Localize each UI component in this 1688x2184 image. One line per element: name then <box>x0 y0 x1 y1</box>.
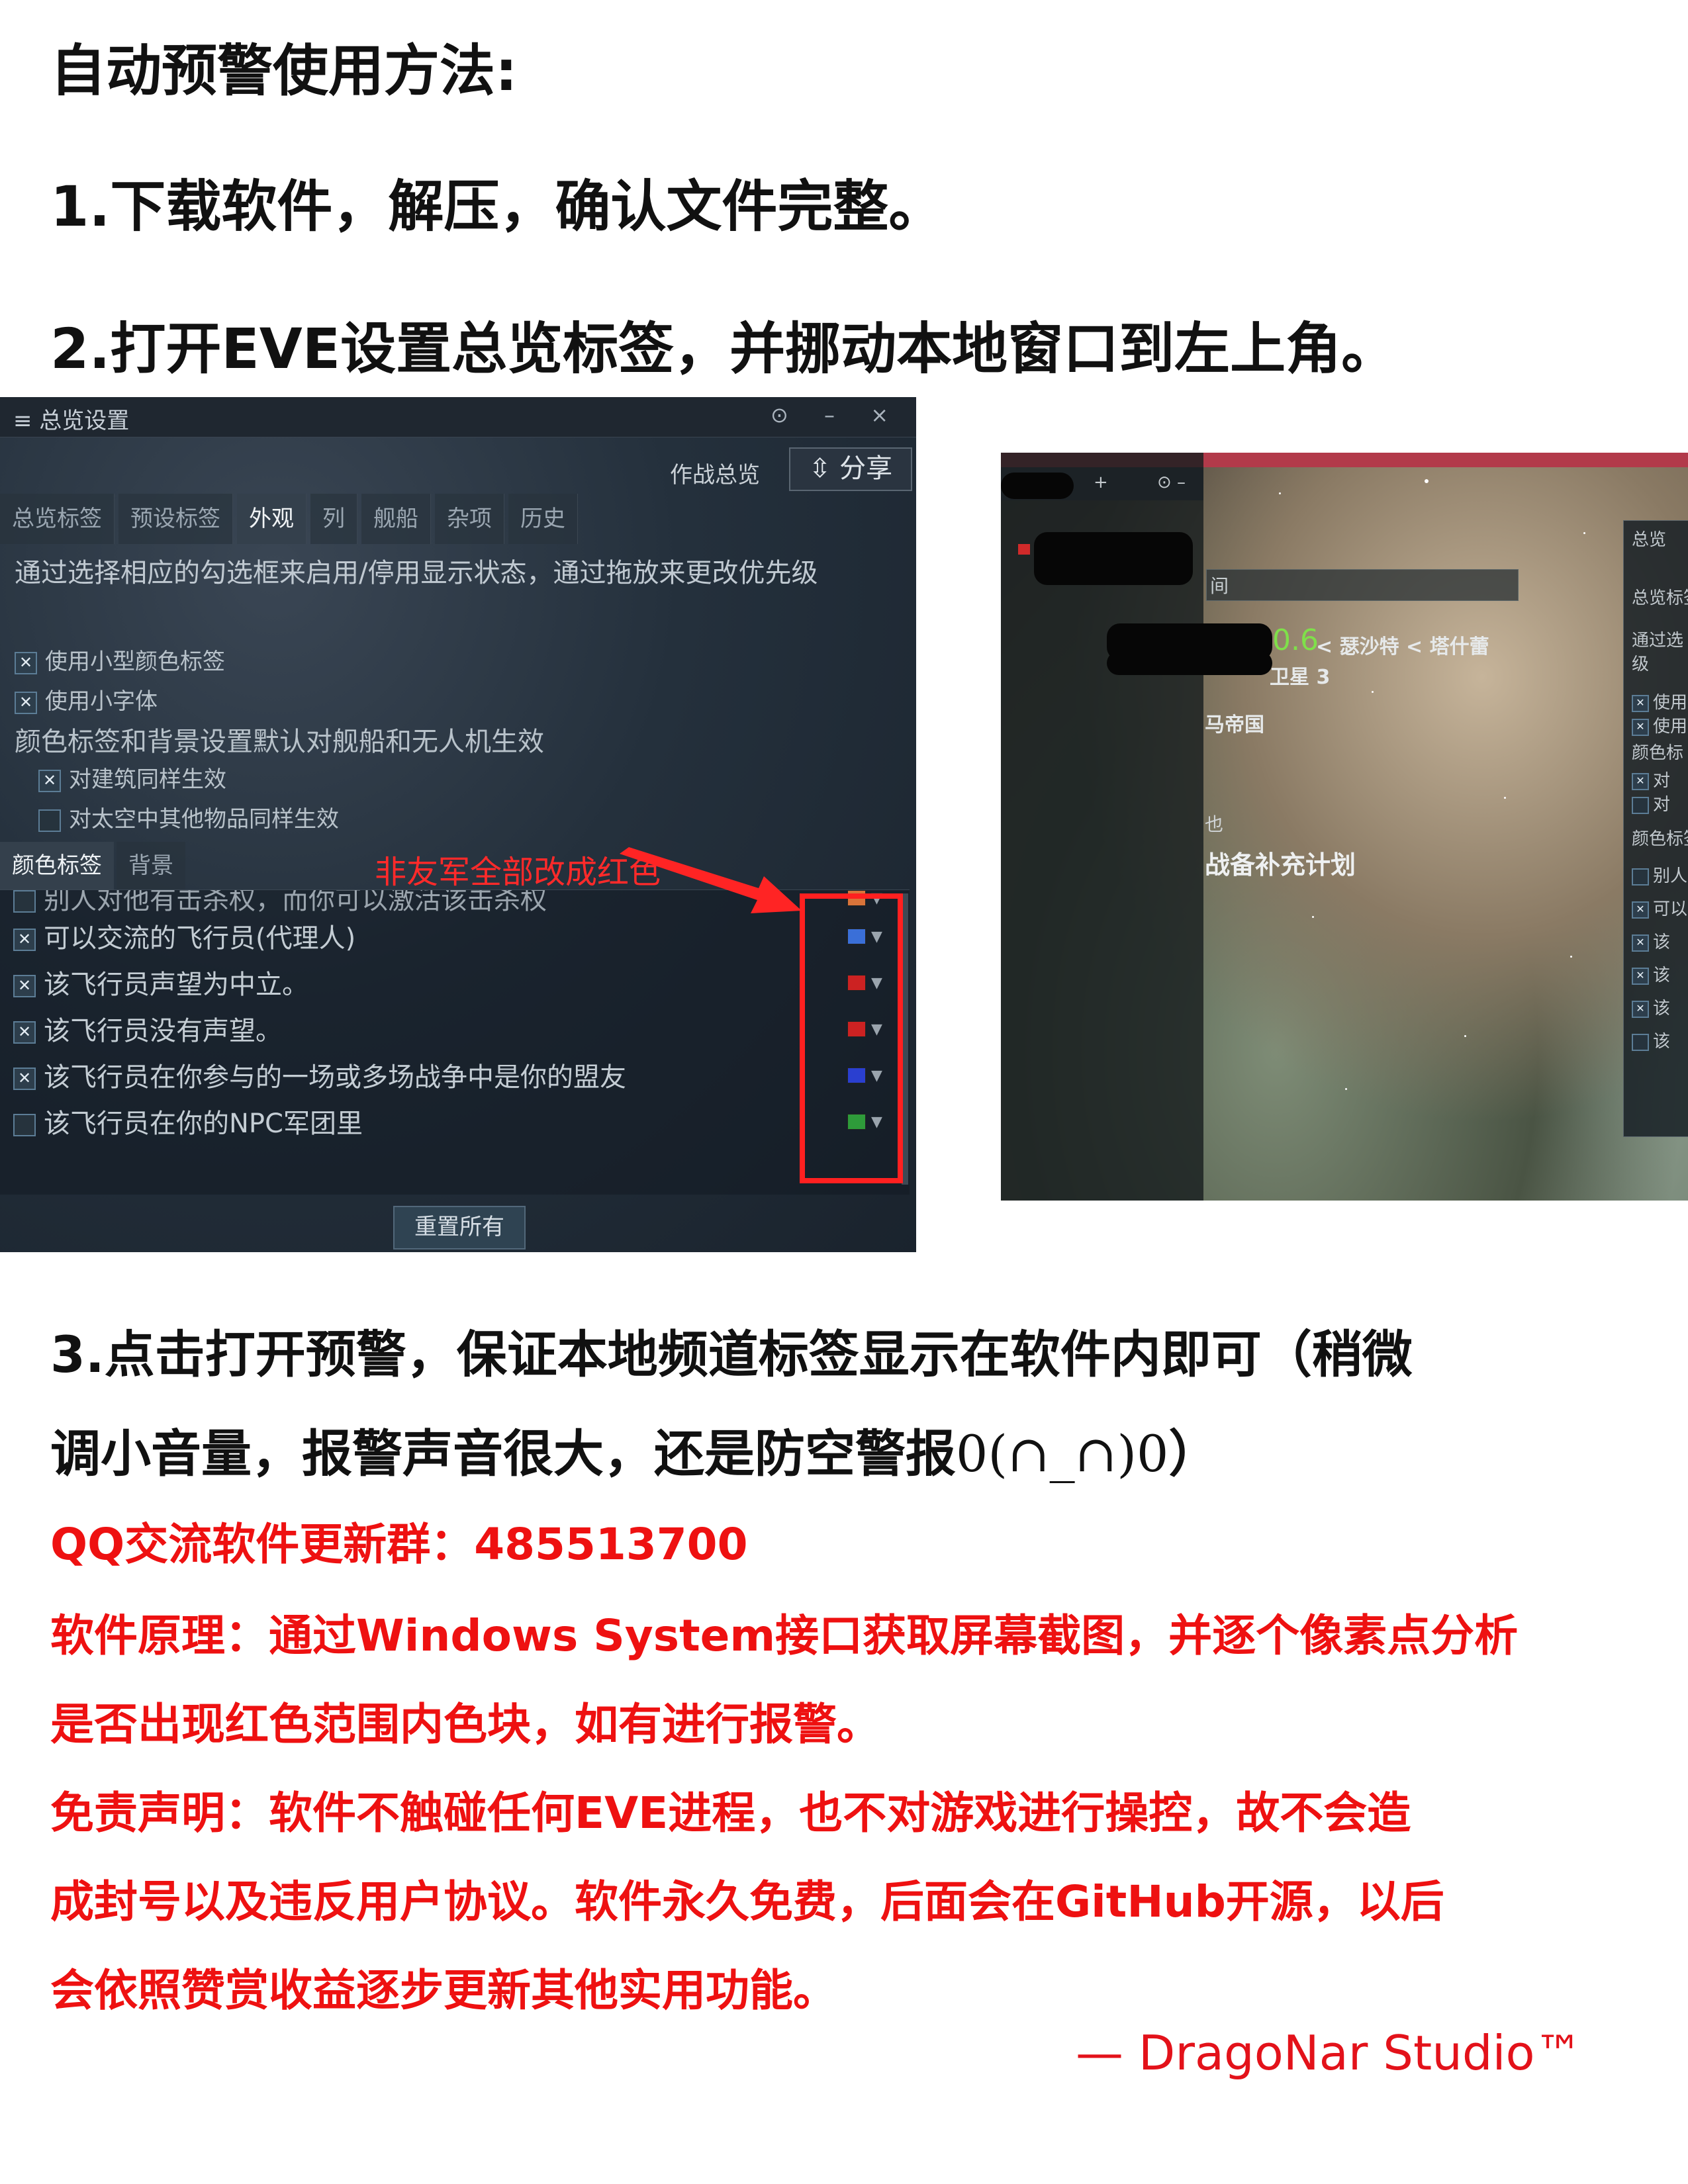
partial-label: 级 <box>1632 655 1650 674</box>
empire-label: 马帝国 <box>1205 713 1264 737</box>
partial-label: 通过选 <box>1632 631 1684 651</box>
tab-overview-tags[interactable]: 总览标签 <box>0 494 115 544</box>
checkbox-unchecked-icon[interactable]: ✕ <box>38 809 61 832</box>
settings-tabs: 总览标签 预设标签 外观 列 舰船 杂项 历史 <box>0 494 578 545</box>
tab-appearance[interactable]: 外观 <box>237 494 306 544</box>
tab-preset-tags[interactable]: 预设标签 <box>118 494 233 544</box>
list-item[interactable]: ✕别人对他有击杀权，而你可以激活该击杀权 <box>13 890 547 917</box>
checkbox-checked-icon[interactable]: ✕ <box>1632 694 1649 712</box>
checkbox-checked-icon[interactable]: ✕ <box>1632 934 1649 952</box>
studio-signature: — DragoNar Studio™ <box>1076 2025 1583 2081</box>
window-controls-icon[interactable]: ⊙ – × <box>771 402 903 428</box>
highlight-box <box>800 893 903 1183</box>
partial-label: 颜色标签 <box>1632 829 1688 849</box>
checkbox-checked-icon[interactable]: ✕ <box>1632 967 1649 985</box>
tab-misc[interactable]: 杂项 <box>435 494 504 544</box>
principle-note-continued: 是否出现红色范围内色块，如有进行报警。 <box>50 1699 880 1750</box>
tab-history[interactable]: 历史 <box>508 494 578 544</box>
appearance-description: 通过选择相应的勾选框来启用/停用显示状态，通过拖放来更改优先级 <box>15 558 818 588</box>
step-1-text: 1.下载软件，解压，确认文件完整。 <box>50 174 945 239</box>
checkbox-checked-icon[interactable]: ✕ <box>1632 1000 1649 1018</box>
route-text: < 瑟沙特 < 塔什蕾 <box>1316 635 1489 659</box>
checkbox-checked-icon[interactable]: ✕ <box>15 691 37 714</box>
color-tag-list: ✕别人对他有击杀权，而你可以激活该击杀权 ✕可以交流的飞行员(代理人) ✕该飞行… <box>0 889 910 1195</box>
disclaimer-note-continued: 成封号以及违反用户协议。软件永久免费，后面会在GitHub开源，以后 <box>50 1876 1444 1927</box>
location-text: 间 <box>1210 575 1229 597</box>
share-button[interactable]: ⇳ 分享 <box>789 447 912 491</box>
red-arrow-icon <box>620 847 802 913</box>
small-label: 也 <box>1205 813 1224 835</box>
partial-option[interactable]: ✕对 <box>1632 767 1670 792</box>
color-subtabs: 颜色标签 背景 <box>0 842 185 889</box>
checkbox-unchecked-icon[interactable]: ✕ <box>1632 868 1649 886</box>
partial-option[interactable]: ✕别人 <box>1632 862 1687 887</box>
redaction <box>1034 532 1193 585</box>
step-3-text-continued: 调小音量，报警声音很大，还是防空警报0(∩_∩)0） <box>50 1424 1219 1483</box>
emoticon: 0(∩_∩)0 <box>956 1424 1169 1483</box>
annotation-label: 非友军全部改成红色 <box>375 854 661 891</box>
overview-settings-screenshot: ≡ 总览设置 ⊙ – × 作战总览 ⇳ 分享 总览标签 预设标签 外观 列 舰船… <box>0 397 916 1252</box>
step-3-text: 3.点击打开预警，保证本地频道标签显示在软件内即可（稍微 <box>50 1325 1413 1384</box>
page-title: 自动预警使用方法: <box>50 38 518 103</box>
checkbox-checked-icon[interactable]: ✕ <box>13 975 36 997</box>
option-space-objects[interactable]: ✕对太空中其他物品同样生效 <box>38 801 339 833</box>
tab-ships[interactable]: 舰船 <box>361 494 431 544</box>
disclaimer-note: 免责声明：软件不触碰任何EVE进程，也不对游戏进行操控，故不会造 <box>50 1788 1411 1839</box>
redaction <box>1107 651 1272 675</box>
list-item[interactable]: ✕ 该飞行员声望为中立。 <box>13 963 308 1001</box>
qq-group-note: QQ交流软件更新群：485513700 <box>50 1519 748 1570</box>
partial-option[interactable]: ✕ 使用 <box>1632 713 1687 737</box>
checkbox-unchecked-icon[interactable]: ✕ <box>13 1114 36 1136</box>
option-small-color-tags[interactable]: ✕ 使用小型颜色标签 <box>15 643 225 676</box>
combat-overview-label: 作战总览 <box>670 462 760 488</box>
option-structures[interactable]: ✕ 对建筑同样生效 <box>38 761 226 794</box>
subtab-background[interactable]: 背景 <box>117 842 185 889</box>
checkbox-checked-icon[interactable]: ✕ <box>13 1021 36 1044</box>
partial-option[interactable]: ✕该 <box>1632 1028 1670 1052</box>
list-item[interactable]: ✕ 该飞行员在你参与的一场或多场战争中是你的盟友 <box>13 1056 626 1094</box>
window-controls-icon[interactable]: ⊙ – <box>1157 473 1186 492</box>
partial-option[interactable]: ✕对 <box>1632 791 1670 815</box>
overview-window-partial: 总览 总览标签 通过选 级 ✕使用 ✕使用 颜色标 ✕对 ✕对 颜色标签 ✕别人… <box>1623 520 1688 1137</box>
checkbox-checked-icon[interactable]: ✕ <box>1632 718 1649 736</box>
option-small-font[interactable]: ✕ 使用小字体 <box>15 683 158 715</box>
color-bg-note: 颜色标签和背景设置默认对舰船和无人机生效 <box>15 727 544 757</box>
window-title: ≡ 总览设置 <box>13 408 130 434</box>
list-item[interactable]: ✕ 该飞行员没有声望。 <box>13 1009 282 1048</box>
step-2-text: 2.打开EVE设置总览标签，并挪动本地窗口到左上角。 <box>50 316 1397 381</box>
redaction <box>1001 473 1074 499</box>
subtab-color-tags[interactable]: 颜色标签 <box>0 842 114 889</box>
checkbox-checked-icon[interactable]: ✕ <box>15 651 37 674</box>
partial-option[interactable]: ✕该 <box>1632 962 1670 986</box>
plan-label: 战备补充计划 <box>1205 850 1356 880</box>
checkbox-checked-icon[interactable]: ✕ <box>1632 772 1649 790</box>
partial-option[interactable]: ✕该 <box>1632 929 1670 953</box>
location-bar <box>1206 569 1519 601</box>
security-status: 0.6 <box>1272 623 1319 657</box>
list-item[interactable]: ✕该飞行员在你的NPC军团里 <box>13 1102 363 1140</box>
moon-label: 卫星 3 <box>1270 666 1331 689</box>
principle-note: 软件原理：通过Windows System接口获取屏幕截图，并逐个像素点分析 <box>50 1610 1519 1661</box>
partial-option[interactable]: ✕ 可以 <box>1632 895 1687 920</box>
checkbox-unchecked-icon[interactable]: ✕ <box>1632 796 1649 814</box>
add-tab-icon[interactable]: + <box>1094 473 1108 492</box>
red-standing-icon <box>1018 544 1030 555</box>
partial-label: 总览标签 <box>1632 588 1688 608</box>
reset-all-button[interactable]: 重置所有 <box>393 1206 526 1250</box>
partial-option[interactable]: ✕该 <box>1632 995 1670 1019</box>
checkbox-unchecked-icon[interactable]: ✕ <box>13 890 36 913</box>
checkbox-checked-icon[interactable]: ✕ <box>13 929 36 951</box>
checkbox-unchecked-icon[interactable]: ✕ <box>1632 1033 1649 1051</box>
partial-option[interactable]: ✕ 使用 <box>1632 689 1687 713</box>
game-scene-screenshot: + ⊙ – 间 0.6 < 瑟沙特 < 塔什蕾 卫星 3 马帝国 也 战备补充计… <box>1001 453 1688 1201</box>
overview-title: 总览 <box>1632 530 1667 550</box>
disclaimer-note-end: 会依照赞赏收益逐步更新其他实用功能。 <box>50 1965 837 2016</box>
list-item[interactable]: ✕ 可以交流的飞行员(代理人) <box>13 917 355 955</box>
checkbox-checked-icon[interactable]: ✕ <box>13 1068 36 1090</box>
checkbox-checked-icon[interactable]: ✕ <box>38 769 61 792</box>
tab-columns[interactable]: 列 <box>310 494 357 544</box>
checkbox-checked-icon[interactable]: ✕ <box>1632 901 1649 919</box>
partial-label: 颜色标 <box>1632 743 1684 763</box>
